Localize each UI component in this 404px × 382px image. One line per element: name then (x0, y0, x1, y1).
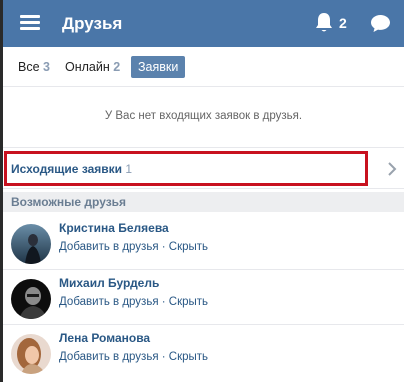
suggestion-name[interactable]: Кристина Беляева (59, 221, 169, 235)
page-title: Друзья (62, 14, 123, 33)
add-friend-link[interactable]: Добавить в друзья (59, 351, 159, 363)
add-friend-link[interactable]: Добавить в друзья (59, 296, 159, 308)
suggestion-actions: Добавить в друзья · Скрыть (59, 351, 208, 363)
tab-all[interactable]: Все 3 (13, 56, 55, 78)
tab-online-count: 2 (113, 60, 121, 74)
outgoing-count: 1 (125, 162, 133, 176)
separator: · (158, 296, 169, 308)
suggestion-item: Кристина Беляева Добавить в друзья · Скр… (3, 214, 404, 270)
messages-icon[interactable] (370, 14, 391, 33)
add-friend-link[interactable]: Добавить в друзья (59, 241, 159, 253)
possible-friends-header: Возможные друзья (3, 192, 404, 212)
hide-link[interactable]: Скрыть (169, 351, 208, 363)
suggestion-actions: Добавить в друзья · Скрыть (59, 296, 208, 308)
friends-tabs: Все 3 Онлайн 2 Заявки (3, 47, 404, 87)
hide-link[interactable]: Скрыть (169, 296, 208, 308)
suggestion-item: Лена Романова Добавить в друзья · Скрыть (3, 324, 404, 380)
tab-requests-label: Заявки (138, 60, 179, 74)
tab-all-label: Все (18, 60, 40, 74)
outgoing-requests-row[interactable]: Исходящие заявки 1 (3, 147, 404, 189)
avatar[interactable] (11, 224, 51, 264)
suggestion-actions: Добавить в друзья · Скрыть (59, 241, 208, 253)
menu-icon[interactable] (20, 15, 40, 31)
bell-icon[interactable] (314, 12, 334, 34)
top-bar: Друзья 2 (3, 0, 404, 47)
tab-online-label: Онлайн (65, 60, 110, 74)
avatar[interactable] (11, 279, 51, 319)
notifications-count: 2 (339, 15, 347, 31)
empty-requests-message: У Вас нет входящих заявок в друзья. (104, 110, 303, 122)
outgoing-label-text: Исходящие заявки (11, 162, 123, 176)
hide-link[interactable]: Скрыть (169, 241, 208, 253)
outgoing-requests-label: Исходящие заявки 1 (11, 162, 132, 176)
suggestion-name[interactable]: Лена Романова (59, 331, 150, 345)
chevron-right-icon (388, 162, 397, 176)
suggestion-item: Михаил Бурдель Добавить в друзья · Скрыт… (3, 269, 404, 325)
tab-requests[interactable]: Заявки (131, 56, 186, 78)
tab-all-count: 3 (43, 60, 50, 74)
separator: · (158, 351, 169, 363)
suggestion-name[interactable]: Михаил Бурдель (59, 276, 159, 290)
tab-online[interactable]: Онлайн 2 (60, 56, 125, 78)
separator: · (158, 241, 169, 253)
avatar[interactable] (11, 334, 51, 374)
